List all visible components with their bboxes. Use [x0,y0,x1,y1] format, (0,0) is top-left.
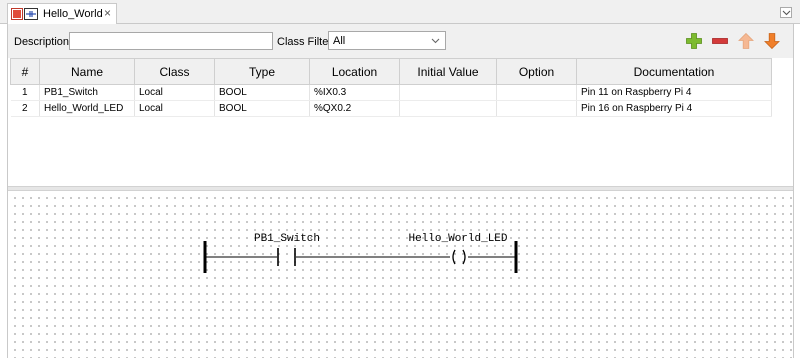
variable-filter-bar: Description: Class Filter: All [8,24,793,58]
variable-name[interactable]: PB1_Switch [39,84,135,101]
variable-documentation[interactable]: Pin 16 on Raspberry Pi 4 [576,100,772,117]
tab-title: Hello_World [43,8,103,20]
class-filter-label: Class Filter: [277,36,336,48]
variables-table: # Name Class Type Location Initial Value… [10,58,772,117]
tab-list-dropdown[interactable] [780,7,792,18]
pou-editor: Description: Class Filter: All # Name Cl… [7,24,794,358]
variable-class[interactable]: Local [134,84,215,101]
column-header-documentation[interactable]: Documentation [576,58,772,85]
row-number: 2 [10,100,40,117]
variable-type[interactable]: BOOL [214,84,310,101]
variable-initial-value[interactable] [399,100,497,117]
table-row[interactable]: 2 Hello_World_LED Local BOOL %QX0.2 Pin … [10,100,772,117]
contact-label[interactable]: PB1_Switch [254,233,320,245]
pou-ladder-icon [11,8,38,20]
column-header-initial-value[interactable]: Initial Value [399,58,497,85]
tab-hello-world[interactable]: Hello_World × [7,3,117,24]
variable-class[interactable]: Local [134,100,215,117]
column-header-number[interactable]: # [10,58,40,85]
column-header-class[interactable]: Class [134,58,215,85]
variable-documentation[interactable]: Pin 11 on Raspberry Pi 4 [576,84,772,101]
coil-hello-world-led[interactable] [452,249,466,265]
class-filter-value: All [333,35,346,47]
column-header-option[interactable]: Option [496,58,577,85]
description-input[interactable] [69,32,273,50]
table-row[interactable]: 1 PB1_Switch Local BOOL %IX0.3 Pin 11 on… [10,84,772,101]
arrow-up-icon[interactable] [737,32,755,50]
editor-tab-bar: Hello_World × [0,0,800,24]
plus-icon[interactable] [685,32,703,50]
coil-label[interactable]: Hello_World_LED [408,233,507,245]
table-header-row: # Name Class Type Location Initial Value… [10,58,772,85]
variable-location[interactable]: %QX0.2 [309,100,400,117]
description-label: Description: [14,36,73,48]
chevron-down-icon [782,10,791,16]
minus-icon[interactable] [711,32,729,50]
row-number: 1 [10,84,40,101]
variable-option[interactable] [496,84,577,101]
ladder-diagram-canvas[interactable]: PB1_Switch Hello_World_LED [8,191,793,358]
arrow-down-icon[interactable] [763,32,781,50]
variable-initial-value[interactable] [399,84,497,101]
close-icon[interactable]: × [104,7,111,19]
column-header-type[interactable]: Type [214,58,310,85]
variable-type[interactable]: BOOL [214,100,310,117]
class-filter-select[interactable]: All [328,31,446,50]
chevron-down-icon [431,38,440,44]
column-header-location[interactable]: Location [309,58,400,85]
variable-option[interactable] [496,100,577,117]
column-header-name[interactable]: Name [39,58,135,85]
variable-location[interactable]: %IX0.3 [309,84,400,101]
contact-pb1-switch[interactable] [277,248,296,266]
variable-name[interactable]: Hello_World_LED [39,100,135,117]
